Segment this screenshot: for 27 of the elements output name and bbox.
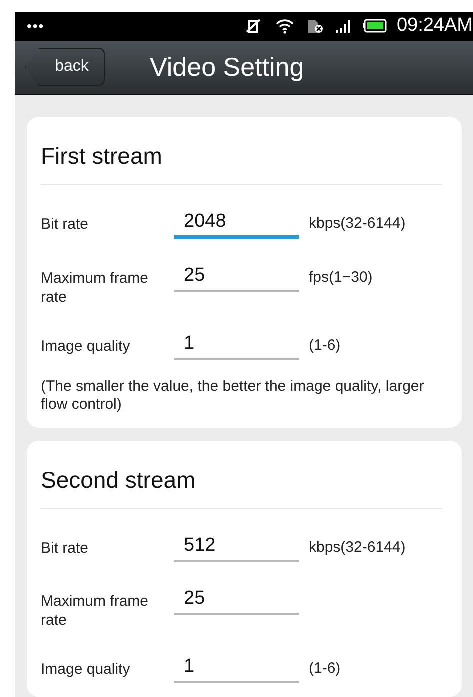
input-field[interactable]: 2048 xyxy=(174,207,299,239)
unit-range: (1-6) xyxy=(308,659,342,677)
battery-icon xyxy=(362,18,387,34)
unit-range: kbps(32-6144) xyxy=(308,538,407,556)
input-field[interactable]: 512 xyxy=(174,531,299,562)
field-label: Image quality xyxy=(41,660,132,679)
card-title: First stream xyxy=(41,117,442,185)
field-label: Image quality xyxy=(41,337,132,356)
unit-range: kbps(32-6144) xyxy=(308,214,407,232)
card-title: Second stream xyxy=(41,441,442,509)
input-field[interactable]: 25 xyxy=(174,584,299,615)
wifi-icon xyxy=(274,18,295,34)
unit-range: fps(1−30) xyxy=(308,268,374,286)
field-label: Bit rate xyxy=(41,215,90,234)
input-field[interactable]: 25 xyxy=(174,261,299,292)
signal-icon xyxy=(334,18,353,34)
back-button[interactable]: back xyxy=(25,48,105,86)
input-field[interactable]: 1 xyxy=(174,329,299,360)
field-label: Bit rate xyxy=(41,539,90,558)
hint-text: (The smaller the value, the better the image quality, larger flow control) xyxy=(41,378,426,414)
field-label: Maximum frame rate xyxy=(41,269,150,307)
input-field[interactable]: 1 xyxy=(174,652,299,683)
screen-title: Video Setting xyxy=(150,52,304,83)
field-label: Maximum frame rate xyxy=(41,592,150,630)
status-time: 09:24AM xyxy=(396,15,473,38)
unit-range: (1-6) xyxy=(308,336,342,354)
overflow-menu[interactable]: ••• xyxy=(27,18,235,34)
